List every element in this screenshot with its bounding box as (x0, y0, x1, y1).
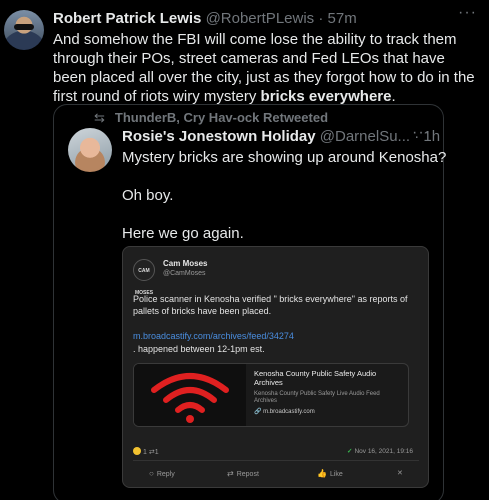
broadcast-signal-icon (134, 364, 246, 426)
card-domain: 🔗 m.broadcastify.com (254, 409, 315, 415)
author-name[interactable]: Robert Patrick Lewis (53, 10, 201, 27)
shot-reply: ○ Reply (149, 469, 175, 478)
retweet-icon: ⇆ (94, 110, 105, 125)
quoted-line: Mystery bricks are showing up around Ken… (122, 149, 447, 166)
tweet-time[interactable]: · 57m (318, 10, 356, 27)
retweet-context: ⇆ ThunderB, Cry Hav-ock Retweeted (94, 110, 328, 126)
emoji-icon (133, 447, 141, 455)
link-card: Kenosha County Public Safety Audio Archi… (133, 363, 409, 427)
quoted-line: Here we go again. (122, 225, 244, 242)
author-avatar[interactable] (4, 10, 44, 50)
quoted-more-options-icon[interactable]: ··· (412, 124, 431, 142)
shot-reactions: 1 ⇄1 (133, 447, 159, 456)
like-icon: 👍 (317, 469, 327, 478)
quoted-tweet-header: Rosie's Jonestown Holiday @DarnelSu... ·… (122, 128, 440, 146)
repost-icon: ⇄ (227, 469, 234, 478)
embedded-screenshot-image[interactable]: CAM MOSES Cam Moses @CamMoses Police sca… (122, 246, 429, 488)
shot-like: 👍 Like (317, 469, 343, 478)
quoted-author-avatar[interactable] (68, 128, 112, 172)
tweet-text: And somehow the FBI will come lose the a… (53, 31, 475, 105)
shot-repost: ⇄ Repost (227, 469, 259, 478)
shot-link: m.broadcastify.com/archives/feed/34274 (133, 331, 294, 341)
tweet-header: Robert Patrick Lewis @RobertPLewis · 57m (53, 10, 357, 28)
shot-text-2: . happened between 12-1pm est. (133, 344, 265, 354)
card-description: Kenosha County Public Safety Live Audio … (254, 391, 380, 404)
tweet-text-bold: bricks everywhere (260, 88, 392, 105)
shot-text: Police scanner in Kenosha verified " bri… (133, 294, 408, 316)
shot-author-name: Cam Moses (163, 259, 208, 268)
quoted-author-name[interactable]: Rosie's Jonestown Holiday (122, 128, 316, 145)
shot-author-handle: @CamMoses (163, 270, 206, 277)
quoted-author-handle[interactable]: @DarnelSu... (320, 128, 410, 145)
verified-check-icon: ✓ (347, 448, 353, 455)
author-handle[interactable]: @RobertPLewis (206, 10, 315, 27)
shot-date: ✓ Nov 16, 2021, 19:16 (347, 448, 413, 455)
quoted-line: Oh boy. (122, 187, 174, 204)
divider (133, 460, 419, 461)
more-options-icon[interactable]: ··· (458, 4, 477, 22)
quoted-tweet-text: Mystery bricks are showing up around Ken… (122, 148, 446, 243)
card-title: Kenosha County Public Safety Audio Archi… (254, 369, 377, 387)
shot-avatar: CAM MOSES (133, 259, 155, 296)
tweet[interactable]: Robert Patrick Lewis @RobertPLewis · 57m… (0, 0, 489, 500)
reply-icon: ○ (149, 469, 154, 478)
close-icon: ✕ (397, 470, 403, 477)
retweet-label[interactable]: ThunderB, Cry Hav-ock Retweeted (115, 110, 328, 125)
